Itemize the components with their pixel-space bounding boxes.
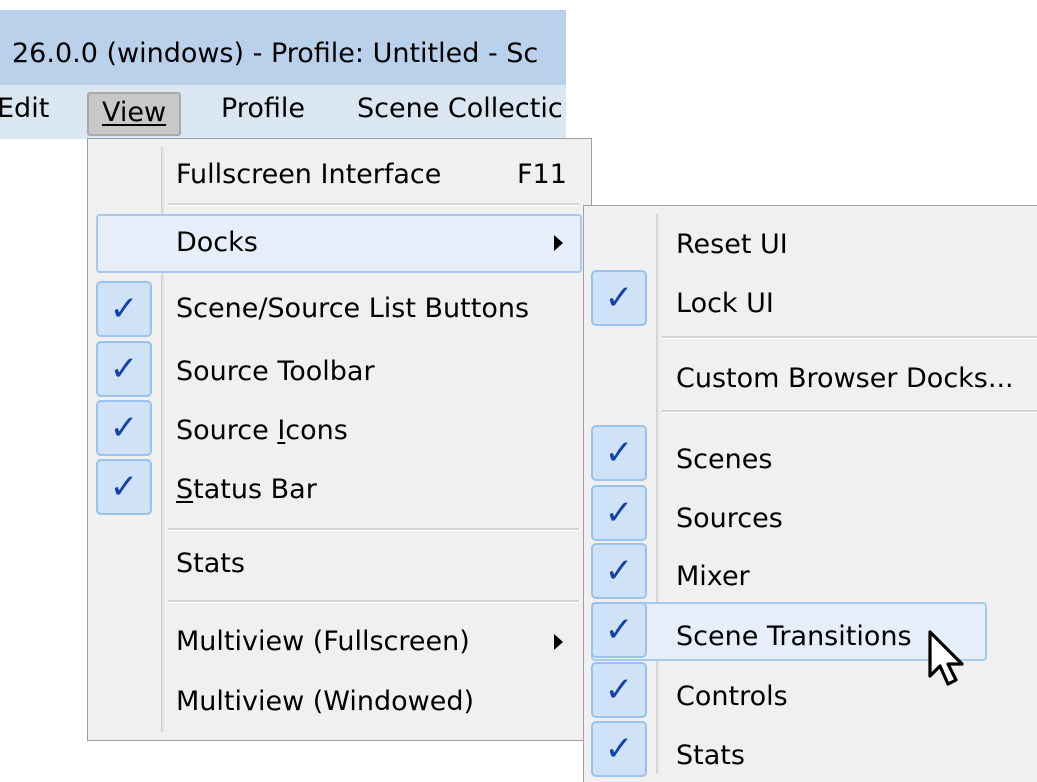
submenu-arrow-icon xyxy=(554,235,563,251)
menu-item-source-icons[interactable]: Source Icons xyxy=(176,411,348,451)
check-icon: ✓ xyxy=(591,721,647,777)
menu-item-stats[interactable]: Stats xyxy=(176,544,245,584)
menu-item-lock-ui[interactable]: Lock UI xyxy=(676,284,774,324)
menu-item-sources[interactable]: Sources xyxy=(676,499,783,539)
window-title: 26.0.0 (windows) - Profile: Untitled - S… xyxy=(12,38,539,69)
menu-item-scene-transitions[interactable]: Scene Transitions xyxy=(676,617,912,657)
source-icons-text-1: Source xyxy=(176,415,278,446)
status-bar-mnemonic: S xyxy=(176,474,194,505)
fullscreen-shortcut: F11 xyxy=(517,159,567,190)
separator xyxy=(168,528,579,531)
menu-item-custom-browser-docks[interactable]: Custom Browser Docks... xyxy=(676,359,1014,399)
menu-item-stats-dock[interactable]: Stats xyxy=(676,736,745,776)
separator xyxy=(168,203,579,206)
menu-item-multiview-windowed[interactable]: Multiview (Windowed) xyxy=(176,682,474,722)
check-icon: ✓ xyxy=(591,662,647,718)
check-icon: ✓ xyxy=(591,602,647,658)
menu-item-source-toolbar[interactable]: Source Toolbar xyxy=(176,352,375,392)
menu-scene-collection[interactable]: Scene Collectic xyxy=(357,93,563,124)
check-icon: ✓ xyxy=(591,543,647,599)
window-titlebar: 26.0.0 (windows) - Profile: Untitled - S… xyxy=(0,10,566,85)
separator xyxy=(662,410,1037,413)
check-icon: ✓ xyxy=(96,281,152,337)
separator xyxy=(168,600,579,603)
check-icon: ✓ xyxy=(591,485,647,541)
menu-item-status-bar[interactable]: Status Bar xyxy=(176,470,317,510)
menu-item-multiview-fullscreen[interactable]: Multiview (Fullscreen) xyxy=(176,622,470,662)
check-icon: ✓ xyxy=(591,270,647,326)
menu-profile[interactable]: Profile xyxy=(221,93,305,124)
submenu-arrow-icon xyxy=(554,634,563,650)
menu-item-docks-highlight[interactable] xyxy=(96,214,582,273)
menu-view-label: View xyxy=(102,97,167,128)
menu-item-reset-ui[interactable]: Reset UI xyxy=(676,225,788,265)
source-icons-text-2: cons xyxy=(285,415,348,446)
menu-item-fullscreen-interface[interactable]: Fullscreen Interface xyxy=(176,155,441,195)
check-icon: ✓ xyxy=(591,425,647,481)
menu-bar: Edit View Profile Scene Collectic xyxy=(0,85,566,139)
menu-item-scenes[interactable]: Scenes xyxy=(676,440,772,480)
docks-menu-gutter xyxy=(656,214,659,774)
status-bar-text: tatus Bar xyxy=(193,474,317,505)
menu-item-docks[interactable]: Docks xyxy=(176,223,258,263)
check-icon: ✓ xyxy=(96,341,152,397)
check-icon: ✓ xyxy=(96,400,152,456)
view-menu: Fullscreen Interface F11 Docks ✓ Scene/S… xyxy=(87,138,592,741)
check-icon: ✓ xyxy=(96,459,152,515)
menu-item-mixer[interactable]: Mixer xyxy=(676,557,750,597)
docks-submenu: Reset UI ✓ Lock UI Custom Browser Docks.… xyxy=(583,205,1037,782)
menu-item-scene-source-list-buttons[interactable]: Scene/Source List Buttons xyxy=(176,289,529,329)
menu-edit[interactable]: Edit xyxy=(0,93,49,124)
menu-item-controls[interactable]: Controls xyxy=(676,677,788,717)
separator xyxy=(662,336,1037,339)
menu-view[interactable]: View xyxy=(87,92,182,136)
mouse-cursor-icon xyxy=(928,630,964,686)
